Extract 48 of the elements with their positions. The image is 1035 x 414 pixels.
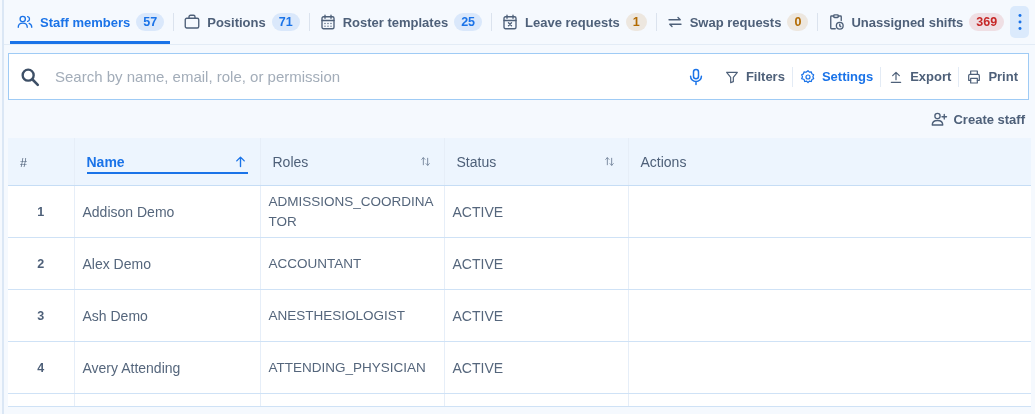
add-person-icon: [930, 110, 949, 128]
status-cell: ACTIVE: [452, 203, 504, 220]
name-cell: Addison Demo: [82, 203, 175, 220]
toolbar-button[interactable]: Print: [962, 64, 1022, 89]
name-cell: Avery Attending: [82, 359, 181, 376]
name-cell: Ash Demo: [82, 307, 148, 324]
row-number: 1: [37, 204, 45, 219]
role-cell-text: ANESTHESIOLOGIST: [268, 306, 407, 325]
role-cell-text: ADMISSIONS_COORDINATOR: [268, 192, 435, 231]
count-badge: 0: [787, 13, 809, 31]
sort-icon: [418, 155, 432, 168]
row-number: 3: [37, 308, 45, 323]
settings-icon: [799, 68, 816, 85]
role-cell-text: ATTENDING_PHYSICIAN: [268, 358, 427, 377]
column-header: #: [20, 155, 27, 170]
status-cell: ACTIVE: [452, 307, 504, 324]
column-header: Actions: [640, 153, 687, 170]
count-badge: 71: [271, 13, 300, 31]
people-icon: [16, 13, 34, 31]
count-badge: 57: [136, 13, 165, 31]
count-badge: 369: [969, 13, 1005, 31]
name-cell: Alex Demo: [82, 255, 151, 272]
row-number: 2: [37, 256, 45, 271]
printer-icon: [966, 68, 983, 85]
tab[interactable]: Unassigned shifts 369: [821, 0, 1011, 44]
briefcase-icon: [183, 13, 202, 31]
calendar-x-icon: [501, 13, 520, 31]
toolbar-button[interactable]: Export: [884, 64, 956, 89]
search-field[interactable]: Search by name, email, role, or permission Filters Settings Export Print: [8, 53, 1029, 100]
tab[interactable]: Staff members 57: [10, 0, 171, 44]
count-badge: 25: [454, 13, 483, 31]
sort-icon: [602, 155, 616, 168]
status-cell: ACTIVE: [452, 359, 504, 376]
more-options-button[interactable]: [1010, 6, 1029, 38]
tab[interactable]: Leave requests 1: [495, 0, 653, 44]
row-number: 4: [37, 360, 45, 375]
calendar-icon: [318, 13, 337, 31]
tab[interactable]: Roster templates 25: [312, 0, 489, 44]
status-cell: ACTIVE: [452, 255, 504, 272]
toolbar-button[interactable]: Settings: [795, 64, 878, 89]
tab[interactable]: Positions 71: [177, 0, 306, 44]
tab[interactable]: Swap requests 0: [659, 0, 815, 44]
more-options-icon: [1017, 14, 1022, 30]
clipboard-clock-icon: [827, 13, 846, 31]
count-badge: 1: [625, 13, 647, 31]
toolbar-button[interactable]: Filters: [719, 64, 789, 89]
create-staff-button[interactable]: Create staff: [926, 106, 1029, 132]
role-cell-text: ACCOUNTANT: [268, 254, 363, 273]
